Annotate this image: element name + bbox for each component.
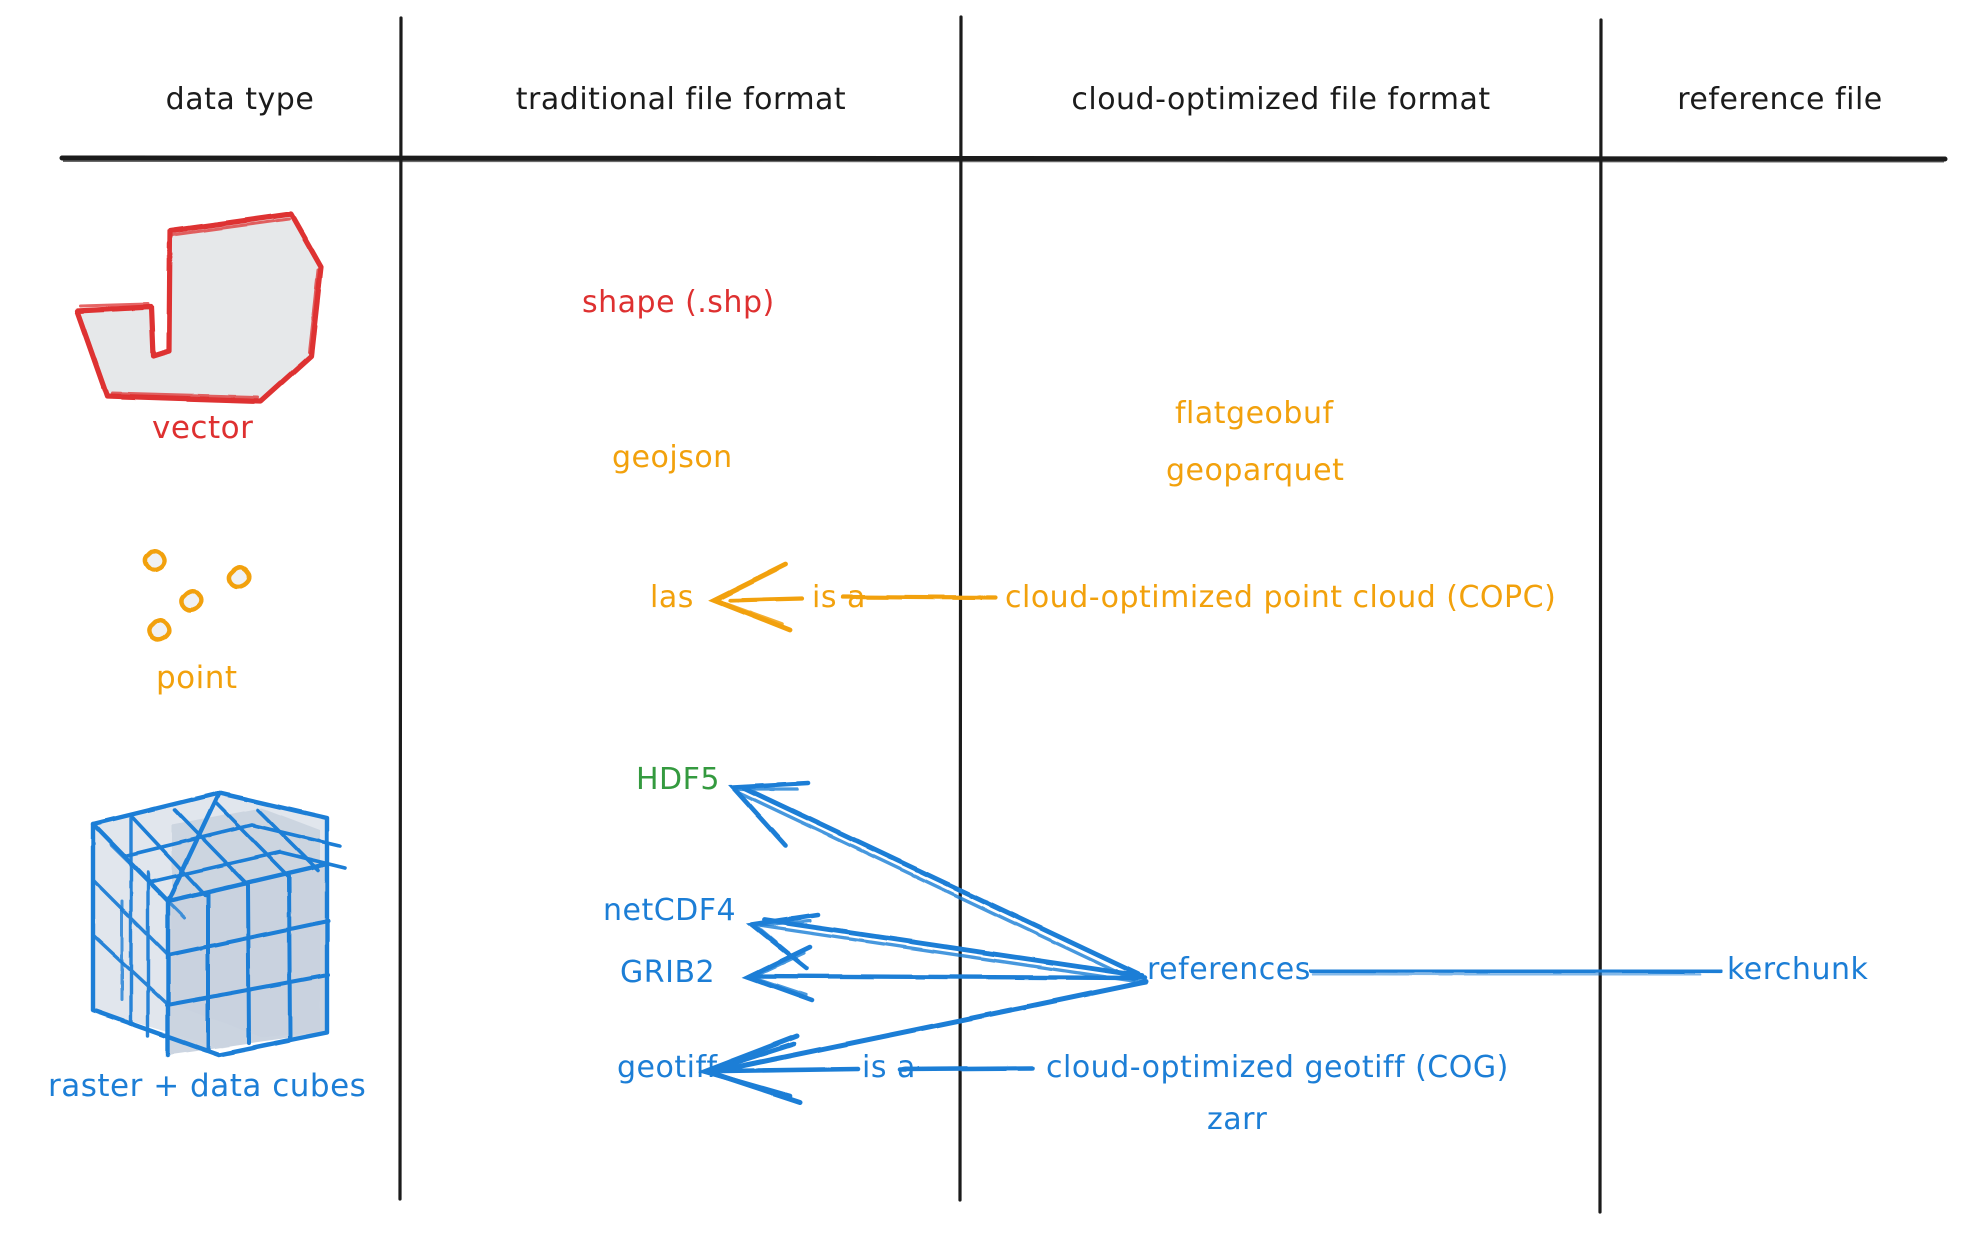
format-label-kerchunk: kerchunk <box>1727 952 1869 987</box>
format-label-grib2: GRIB2 <box>620 955 716 990</box>
diagram-sketch-layer <box>59 15 1948 1214</box>
edge-kerchunk-to-references <box>1309 967 1723 977</box>
column-header-data-type: data type <box>165 82 315 117</box>
diagram-canvas: data type traditional file format cloud-… <box>0 0 1962 1233</box>
data-type-label-point: point <box>156 660 238 696</box>
points-icon <box>142 548 252 643</box>
data-type-label-raster-data-cubes: raster + data cubes <box>48 1068 367 1104</box>
format-label-netcdf4: netCDF4 <box>603 893 737 928</box>
column-header-reference-file: reference file <box>1677 82 1883 117</box>
column-header-traditional-file-format: traditional file format <box>515 82 847 117</box>
format-label-references: references <box>1147 952 1311 987</box>
format-label-cog: cloud-optimized geotiff (COG) <box>1046 1050 1509 1085</box>
data-cube-icon <box>90 790 347 1058</box>
format-label-flatgeobuf: flatgeobuf <box>1175 396 1334 431</box>
format-label-las: las <box>650 580 694 615</box>
format-label-geotiff: geotiff <box>617 1050 718 1085</box>
format-label-geoparquet: geoparquet <box>1166 453 1345 488</box>
format-label-hdf5: HDF5 <box>636 762 721 797</box>
polygon-icon <box>74 211 324 404</box>
format-label-geojson: geojson <box>612 440 733 475</box>
edge-label-is-a-copc: is a <box>812 580 866 615</box>
table-rules <box>59 15 1948 1214</box>
format-label-zarr: zarr <box>1207 1102 1268 1137</box>
format-label-copc: cloud-optimized point cloud (COPC) <box>1005 580 1557 615</box>
data-type-label-vector: vector <box>152 410 254 446</box>
format-label-shape: shape (.shp) <box>582 285 775 320</box>
column-header-cloud-optimized-file-format: cloud-optimized file format <box>1071 82 1491 117</box>
edge-label-is-a-cog: is a <box>862 1050 916 1085</box>
